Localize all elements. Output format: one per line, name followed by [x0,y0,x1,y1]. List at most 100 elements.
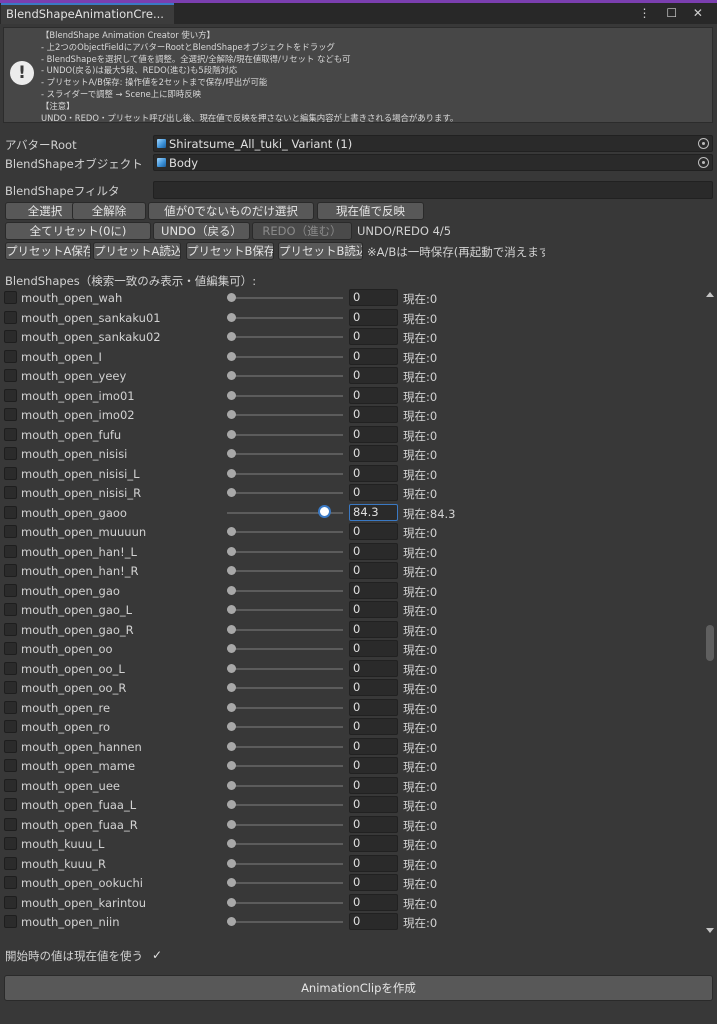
row-checkbox[interactable] [4,798,17,811]
deselect-all-button[interactable]: 全解除 [72,202,146,220]
slider-track[interactable] [227,921,343,923]
slider-track[interactable] [227,589,343,592]
select-nonzero-button[interactable]: 値が0でないものだけ選択 [148,202,314,220]
row-checkbox[interactable] [4,700,17,714]
slider-knob[interactable] [226,390,236,400]
value-input[interactable]: 0 [349,893,398,911]
row-checkbox[interactable] [4,837,17,850]
slider-track[interactable] [227,843,343,845]
scroll-down-arrow-icon[interactable] [706,928,714,933]
row-checkbox[interactable] [4,408,17,421]
row-checkbox[interactable] [4,330,17,343]
slider-knob[interactable] [226,878,236,887]
create-animationclip-button[interactable]: AnimationClipを作成 [4,975,713,1001]
slider-knob[interactable] [226,839,236,848]
row-checkbox[interactable] [4,876,17,889]
value-input[interactable]: 0 [349,679,398,696]
slider-knob[interactable] [226,312,236,322]
avatar-root-field[interactable]: Shiratsume_All_tuki_ Variant (1) [153,135,713,152]
slider-track[interactable] [227,394,343,397]
value-input[interactable]: 0 [349,523,398,540]
value-input[interactable]: 0 [349,425,398,443]
value-input[interactable]: 0 [349,718,398,735]
row-checkbox[interactable] [4,564,17,577]
window-controls[interactable]: ⋮ ☐ ✕ [639,6,709,20]
slider-knob[interactable] [226,488,236,497]
slider-knob[interactable] [318,504,332,518]
slider-track[interactable] [227,492,343,494]
row-checkbox[interactable] [4,622,17,636]
slider-track[interactable] [227,531,343,533]
slider-knob[interactable] [226,800,236,809]
value-input[interactable]: 0 [349,874,398,891]
value-input[interactable]: 0 [349,913,398,930]
apply-current-button[interactable]: 現在値で反映 [317,202,424,220]
row-checkbox[interactable] [4,895,17,909]
value-input[interactable]: 84.3 [349,503,398,521]
slider-track[interactable] [227,355,343,358]
slider-track[interactable] [227,472,343,475]
object-picker-icon[interactable] [698,157,709,168]
row-checkbox[interactable] [4,388,17,402]
row-checkbox[interactable] [4,661,17,675]
slider-track[interactable] [227,453,343,455]
row-checkbox[interactable] [4,505,17,519]
row-checkbox[interactable] [4,369,17,382]
use-current-checkbox[interactable]: ✓ [152,948,166,962]
value-input[interactable]: 0 [349,406,398,423]
slider-knob[interactable] [226,527,236,536]
slider-knob[interactable] [226,585,236,595]
slider-track[interactable] [227,297,343,299]
preset-a-load-button[interactable]: プリセットA読込 [93,242,181,260]
row-checkbox[interactable] [4,759,17,772]
slider-knob[interactable] [226,917,236,926]
slider-track[interactable] [227,823,343,826]
slider-knob[interactable] [226,702,236,712]
row-checkbox[interactable] [4,817,17,831]
slider-track[interactable] [227,804,343,806]
slider-track[interactable] [227,745,343,748]
slider-knob[interactable] [226,605,236,614]
value-input[interactable]: 0 [349,757,398,774]
row-checkbox[interactable] [4,349,17,363]
slider-track[interactable] [227,336,343,338]
slider-knob[interactable] [226,819,236,829]
slider-knob[interactable] [226,644,236,653]
value-input[interactable]: 0 [349,659,398,677]
slider-knob[interactable] [226,663,236,673]
value-input[interactable]: 0 [349,854,398,872]
value-input[interactable]: 0 [349,698,398,716]
slider-track[interactable] [227,901,343,904]
slider-track[interactable] [227,316,343,319]
row-checkbox[interactable] [4,681,17,694]
reset-all-button[interactable]: 全てリセット(0に) [5,222,151,240]
value-input[interactable]: 0 [349,367,398,384]
row-checkbox[interactable] [4,310,17,324]
blendshape-object-field[interactable]: Body [153,154,713,171]
value-input[interactable]: 0 [349,289,398,306]
slider-knob[interactable] [226,780,236,790]
value-input[interactable]: 0 [349,308,398,326]
row-checkbox[interactable] [4,856,17,870]
slider-track[interactable] [227,726,343,728]
slider-knob[interactable] [226,449,236,458]
value-input[interactable]: 0 [349,737,398,755]
row-checkbox[interactable] [4,427,17,441]
slider-knob[interactable] [226,722,236,731]
slider-knob[interactable] [226,566,236,575]
slider-track[interactable] [227,784,343,787]
value-input[interactable]: 0 [349,620,398,638]
slider-track[interactable] [227,687,343,689]
row-checkbox[interactable] [4,544,17,558]
row-checkbox[interactable] [4,739,17,753]
slider-knob[interactable] [226,410,236,419]
slider-track[interactable] [227,706,343,709]
slider-knob[interactable] [226,468,236,478]
row-checkbox[interactable] [4,525,17,538]
preset-b-load-button[interactable]: プリセットB読込 [278,242,363,260]
value-input[interactable]: 0 [349,581,398,599]
value-input[interactable]: 0 [349,484,398,501]
row-checkbox[interactable] [4,486,17,499]
row-checkbox[interactable] [4,603,17,616]
slider-track[interactable] [227,433,343,436]
